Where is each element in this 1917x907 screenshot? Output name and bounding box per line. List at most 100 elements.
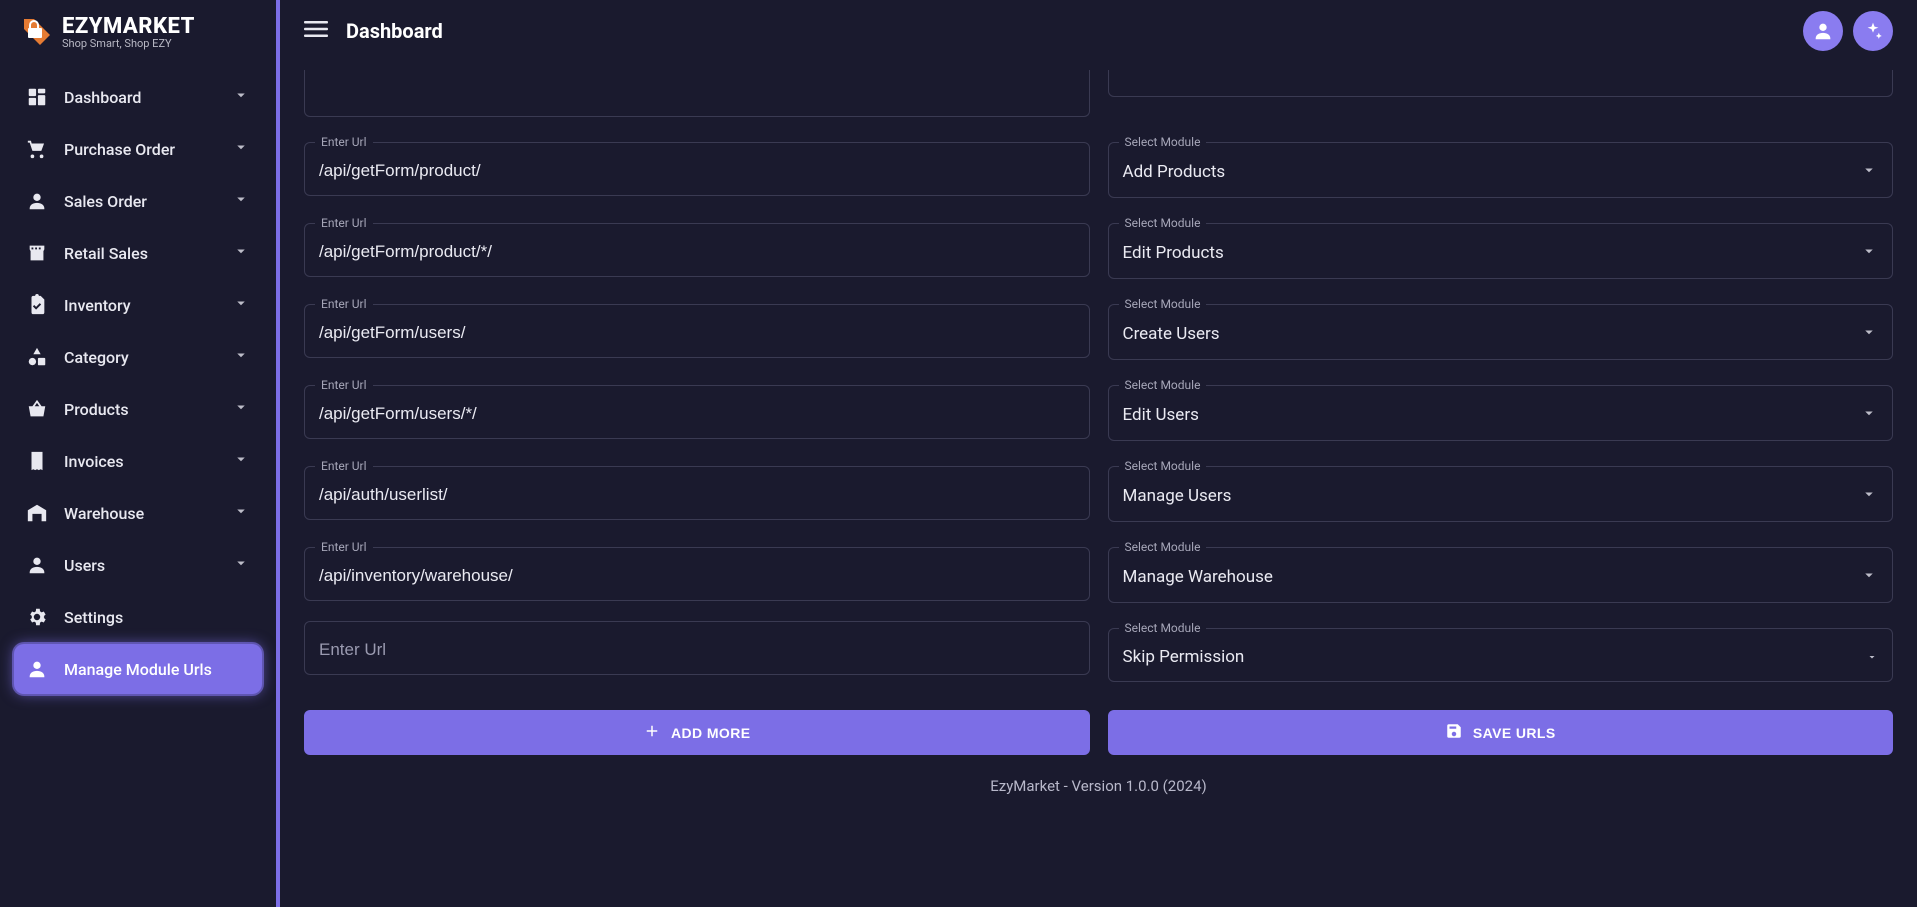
module-legend: Select Module <box>1119 378 1207 392</box>
cart-icon <box>26 138 48 160</box>
page-title: Dashboard <box>346 19 1785 43</box>
url-legend: Enter Url <box>315 378 373 392</box>
sidebar-item-retail-sales[interactable]: Retail Sales <box>14 228 262 278</box>
module-select[interactable]: Manage Users <box>1109 473 1893 521</box>
module-select[interactable]: Create Users <box>1109 311 1893 359</box>
sidebar-item-settings[interactable]: Settings <box>14 592 262 642</box>
url-input[interactable] <box>305 473 1089 519</box>
url-field: Enter Url <box>304 540 1090 603</box>
account-icon[interactable] <box>1803 11 1843 51</box>
add-more-button[interactable]: ADD MORE <box>304 710 1090 755</box>
module-select-empty[interactable]: Skip Permission <box>1109 635 1893 681</box>
sidebar-item-products[interactable]: Products <box>14 384 262 434</box>
chevron-down-icon <box>232 86 250 108</box>
url-legend: Enter Url <box>315 297 373 311</box>
sidebar-item-label: Purchase Order <box>64 140 216 159</box>
caret-down-icon <box>1860 404 1878 426</box>
chevron-down-icon <box>232 554 250 576</box>
url-input[interactable] <box>305 149 1089 195</box>
chevron-down-icon <box>232 502 250 524</box>
caret-down-icon <box>1860 566 1878 588</box>
module-select[interactable] <box>1109 70 1893 96</box>
menu-toggle-icon[interactable] <box>304 17 328 45</box>
url-input[interactable] <box>305 230 1089 276</box>
caret-down-icon <box>1860 485 1878 507</box>
module-value: Manage Warehouse <box>1123 567 1861 587</box>
module-value: Manage Users <box>1123 486 1861 506</box>
chevron-down-icon <box>232 346 250 368</box>
sidebar-item-label: Manage Module Urls <box>64 660 216 679</box>
sidebar-item-label: Dashboard <box>64 88 216 107</box>
sidebar-item-label: Products <box>64 400 216 419</box>
module-field-partial <box>1108 70 1894 117</box>
url-field-empty <box>304 621 1090 682</box>
sidebar-item-label: Warehouse <box>64 504 216 523</box>
module-value: Add Products <box>1123 162 1861 182</box>
sidebar-item-label: Settings <box>64 608 216 627</box>
url-field: Enter Url <box>304 135 1090 198</box>
sidebar-item-inventory[interactable]: Inventory <box>14 280 262 330</box>
sidebar-item-dashboard[interactable]: Dashboard <box>14 72 262 122</box>
module-legend: Select Module <box>1119 135 1207 149</box>
sidebar-item-label: Category <box>64 348 216 367</box>
brand-tagline: Shop Smart, Shop EZY <box>62 37 195 50</box>
module-field: Select Module Create Users <box>1108 297 1894 360</box>
chevron-down-icon <box>232 398 250 420</box>
sidebar-item-manage-module-urls[interactable]: Manage Module Urls <box>14 644 262 694</box>
module-select[interactable]: Edit Users <box>1109 392 1893 440</box>
url-input-empty[interactable] <box>305 628 1089 674</box>
sidebar-item-category[interactable]: Category <box>14 332 262 382</box>
sparkle-icon[interactable] <box>1853 11 1893 51</box>
gear-icon <box>26 606 48 628</box>
url-input[interactable] <box>305 311 1089 357</box>
url-input[interactable] <box>305 554 1089 600</box>
save-urls-button[interactable]: SAVE URLS <box>1108 710 1894 755</box>
url-input[interactable] <box>305 70 1089 116</box>
warehouse-icon <box>26 502 48 524</box>
module-legend: Select Module <box>1119 621 1207 635</box>
basket-icon <box>26 398 48 420</box>
chevron-down-icon <box>232 138 250 160</box>
module-field: Select Module Manage Users <box>1108 459 1894 522</box>
caret-down-icon <box>1866 648 1878 667</box>
sidebar-item-label: Users <box>64 556 216 575</box>
receipt-icon <box>26 450 48 472</box>
sidebar-item-label: Inventory <box>64 296 216 315</box>
module-legend: Select Module <box>1119 297 1207 311</box>
module-legend: Select Module <box>1119 459 1207 473</box>
save-icon <box>1445 722 1463 743</box>
main-content: Enter Url Select Module Add Products Enter … <box>280 62 1917 907</box>
url-legend: Enter Url <box>315 216 373 230</box>
person-icon <box>26 658 48 680</box>
person-icon <box>26 190 48 212</box>
sidebar-item-sales-order[interactable]: Sales Order <box>14 176 262 226</box>
sidebar-item-invoices[interactable]: Invoices <box>14 436 262 486</box>
module-value: Edit Users <box>1123 405 1861 425</box>
url-input[interactable] <box>305 392 1089 438</box>
module-select[interactable]: Edit Products <box>1109 230 1893 278</box>
brand-logo: EZYMARKET Shop Smart, Shop EZY <box>0 0 276 68</box>
module-legend: Select Module <box>1119 216 1207 230</box>
sidebar-item-warehouse[interactable]: Warehouse <box>14 488 262 538</box>
module-value: Skip Permission <box>1123 647 1867 667</box>
brand-title: EZYMARKET <box>62 14 195 39</box>
url-legend: Enter Url <box>315 540 373 554</box>
sidebar-item-users[interactable]: Users <box>14 540 262 590</box>
url-legend: Enter Url <box>315 459 373 473</box>
module-value: Create Users <box>1123 324 1861 344</box>
url-field: Enter Url <box>304 378 1090 441</box>
url-field: Enter Url <box>304 216 1090 279</box>
footer-text: EzyMarket - Version 1.0.0 (2024) <box>304 777 1893 813</box>
url-legend: Enter Url <box>315 135 373 149</box>
dashboard-icon <box>26 86 48 108</box>
store-icon <box>26 242 48 264</box>
add-more-label: ADD MORE <box>671 725 750 741</box>
module-field: Select ModuleEdit Products <box>1108 216 1894 279</box>
sidebar-item-purchase-order[interactable]: Purchase Order <box>14 124 262 174</box>
caret-down-icon <box>1860 242 1878 264</box>
module-select[interactable]: Manage Warehouse <box>1109 554 1893 602</box>
brand-mark-icon <box>20 15 54 49</box>
clipboard-icon <box>26 294 48 316</box>
person-icon <box>26 554 48 576</box>
module-select[interactable]: Add Products <box>1109 149 1893 197</box>
